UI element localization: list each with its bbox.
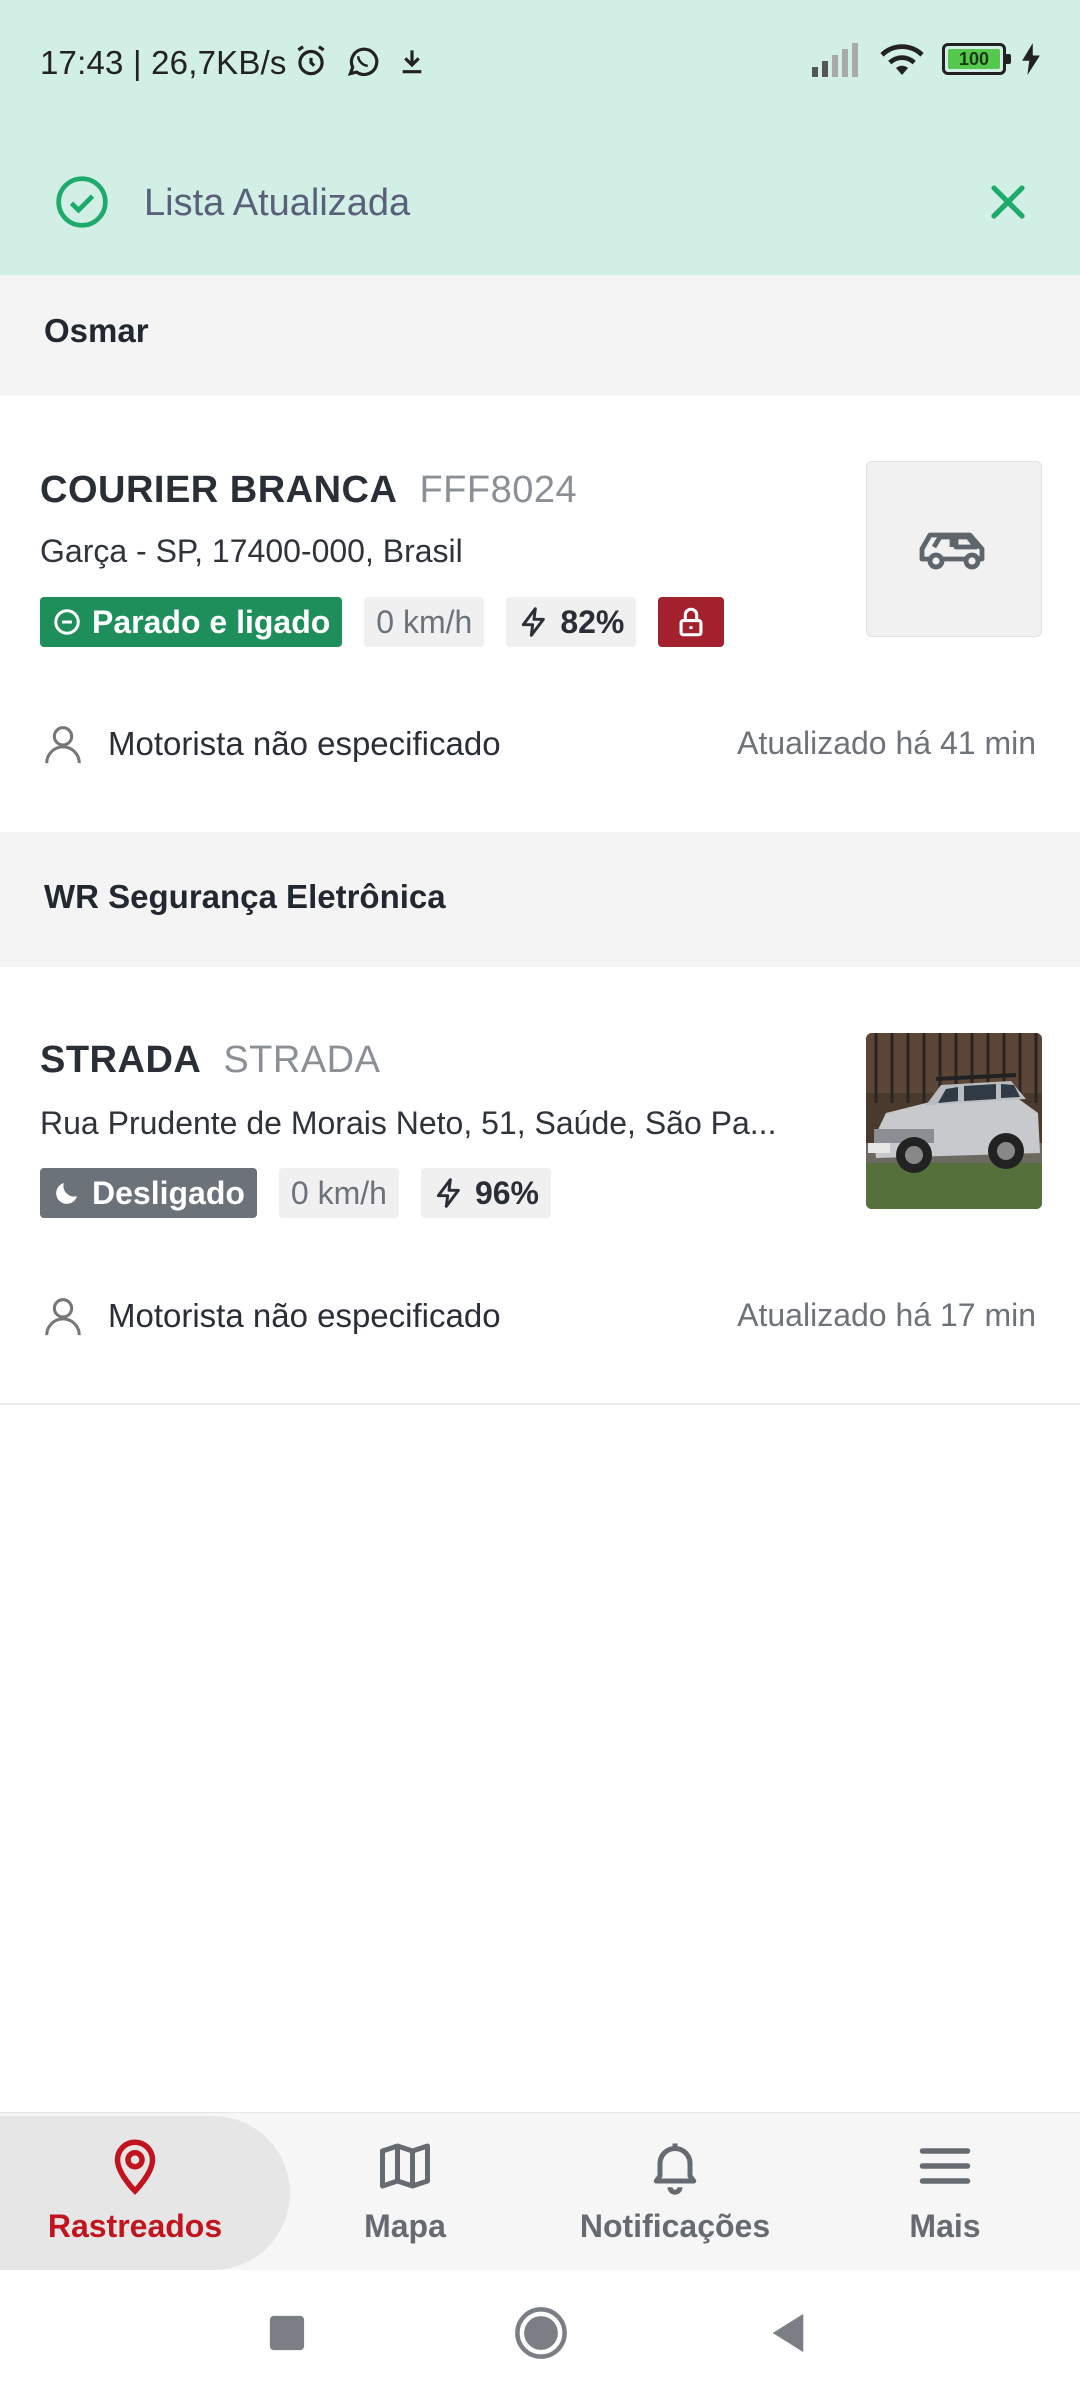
group-title: WR Segurança Eletrônica bbox=[44, 878, 446, 915]
charging-icon bbox=[1022, 43, 1040, 75]
list-divider bbox=[0, 1403, 1080, 1405]
battery-value: 82% bbox=[560, 603, 625, 640]
whatsapp-icon bbox=[347, 47, 379, 77]
update-banner: Lista Atualizada bbox=[0, 160, 1080, 250]
download-icon bbox=[402, 50, 422, 74]
speed-badge: 0 km/h bbox=[364, 597, 485, 647]
wifi-icon bbox=[880, 44, 924, 75]
car-photo-icon bbox=[866, 1033, 1042, 1209]
nav-tab-rastreados[interactable]: Rastreados bbox=[0, 2116, 270, 2270]
battery-badge: 96% bbox=[420, 1168, 551, 1218]
driver-label: Motorista não especificado bbox=[108, 725, 501, 762]
speed-badge: 0 km/h bbox=[278, 1168, 399, 1218]
nav-tab-mapa[interactable]: Mapa bbox=[270, 2116, 540, 2270]
driver-row: Motorista não especificado Atualizado há… bbox=[40, 715, 1040, 775]
vehicle-thumbnail-placeholder bbox=[866, 461, 1042, 637]
banner-message: Lista Atualizada bbox=[144, 182, 411, 224]
lock-icon bbox=[679, 607, 703, 637]
status-label: Desligado bbox=[92, 1174, 245, 1211]
location-pin-icon bbox=[114, 2139, 156, 2195]
status-label: Parado e ligado bbox=[92, 603, 331, 640]
nav-label: Mapa bbox=[364, 2208, 446, 2244]
lightning-icon bbox=[522, 607, 546, 637]
lightning-icon bbox=[436, 1178, 460, 1208]
nav-tab-mais[interactable]: Mais bbox=[810, 2116, 1080, 2270]
vehicle-card[interactable]: COURIER BRANCA FFF8024 Garça - SP, 17400-… bbox=[0, 395, 1080, 832]
car-icon bbox=[919, 532, 985, 570]
status-icons-left bbox=[292, 42, 428, 80]
user-icon bbox=[45, 1298, 81, 1336]
system-nav-bar bbox=[0, 2270, 1080, 2400]
battery-indicator: 100 bbox=[942, 43, 1011, 75]
vehicle-badges: Parado e ligado 0 km/h 82% bbox=[40, 597, 725, 647]
close-icon[interactable] bbox=[984, 178, 1032, 226]
menu-icon bbox=[919, 2148, 971, 2184]
group-title: Osmar bbox=[44, 312, 149, 349]
moon-icon bbox=[56, 1183, 77, 1204]
vehicle-photo bbox=[866, 1033, 1042, 1209]
lock-badge[interactable] bbox=[658, 597, 725, 647]
speed-value: 0 km/h bbox=[290, 1174, 387, 1211]
home-icon[interactable] bbox=[514, 2306, 568, 2360]
status-badge: Desligado bbox=[40, 1168, 257, 1218]
bell-icon bbox=[653, 2143, 697, 2195]
back-icon[interactable] bbox=[768, 2312, 808, 2354]
nav-tab-notificacoes[interactable]: Notificações bbox=[540, 2116, 810, 2270]
updated-label: Atualizado há 41 min bbox=[737, 725, 1036, 761]
vehicle-name: STRADA STRADA bbox=[40, 1039, 380, 1082]
vehicle-plate: FFF8024 bbox=[419, 469, 578, 511]
check-circle-icon bbox=[56, 176, 108, 228]
alarm-icon bbox=[297, 45, 325, 76]
vehicle-card[interactable]: STRADA STRADA Rua Prudente de Morais Neto… bbox=[0, 967, 1080, 1403]
status-badge: Parado e ligado bbox=[40, 597, 343, 647]
battery-value: 96% bbox=[474, 1174, 539, 1211]
nav-label: Mais bbox=[909, 2208, 981, 2244]
vehicle-address: Garça - SP, 17400-000, Brasil bbox=[40, 533, 463, 569]
signal-icon bbox=[812, 43, 858, 77]
user-icon bbox=[45, 726, 81, 764]
nav-label: Notificações bbox=[579, 2208, 771, 2244]
vehicle-name-text: COURIER BRANCA bbox=[40, 469, 398, 511]
stop-circle-icon bbox=[54, 609, 80, 635]
status-bar: 17:43 | 26,7KB/s 100 bbox=[0, 0, 1080, 130]
updated-label: Atualizado há 17 min bbox=[737, 1297, 1036, 1333]
vehicle-badges: Desligado 0 km/h 96% bbox=[40, 1168, 551, 1218]
map-icon bbox=[380, 2143, 430, 2189]
recent-apps-icon[interactable] bbox=[268, 2314, 306, 2352]
driver-row: Motorista não especificado Atualizado há… bbox=[40, 1287, 1040, 1347]
vehicle-name-text: STRADA bbox=[40, 1039, 202, 1081]
battery-badge: 82% bbox=[506, 597, 637, 647]
vehicle-name: COURIER BRANCA FFF8024 bbox=[40, 469, 577, 512]
battery-level: 100 bbox=[958, 48, 990, 69]
driver-label: Motorista não especificado bbox=[108, 1297, 501, 1334]
speed-value: 0 km/h bbox=[376, 603, 473, 640]
status-icons-right: 100 bbox=[810, 40, 1040, 78]
status-time: 17:43 | 26,7KB/s bbox=[40, 44, 287, 81]
group-header: Osmar bbox=[0, 275, 1080, 395]
vehicle-address: Rua Prudente de Morais Neto, 51, Saúde, … bbox=[40, 1105, 777, 1141]
group-header: WR Segurança Eletrônica bbox=[0, 832, 1080, 967]
vehicle-plate: STRADA bbox=[223, 1039, 381, 1081]
nav-label: Rastreados bbox=[47, 2208, 223, 2244]
